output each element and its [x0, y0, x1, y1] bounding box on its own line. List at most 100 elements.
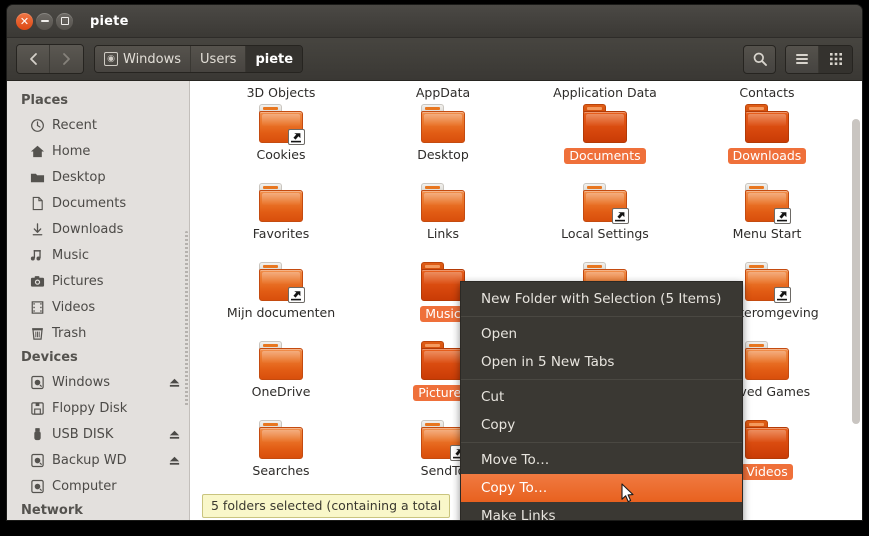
window-title: piete	[90, 13, 129, 29]
breadcrumb-item-users[interactable]: Users	[191, 46, 247, 72]
context-menu-item[interactable]: Open	[461, 320, 742, 348]
symlink-badge-icon	[773, 287, 791, 303]
file-label: Downloads	[727, 148, 807, 164]
file-label: Videos	[741, 464, 793, 480]
download-icon	[29, 221, 45, 237]
file-area-scrollbar[interactable]	[852, 119, 860, 424]
sidebar-heading-places: Places	[21, 93, 69, 108]
sidebar-heading-devices: Devices	[21, 350, 78, 365]
drive-icon	[29, 374, 45, 390]
sidebar-item-label: USB DISK	[52, 426, 114, 442]
sidebar-scrollbar[interactable]	[185, 231, 188, 406]
file-item[interactable]: Searches	[200, 418, 362, 497]
minimize-button[interactable]	[36, 12, 53, 30]
file-item[interactable]: Favorites	[200, 181, 362, 260]
breadcrumb-item-piete[interactable]: piete	[246, 46, 303, 72]
folder-icon	[744, 183, 791, 224]
sidebar-item-label: Desktop	[52, 169, 106, 185]
folder-icon	[744, 341, 791, 381]
breadcrumb-label: piete	[255, 51, 294, 67]
sidebar-item-windows[interactable]: Windows	[7, 369, 189, 395]
hamburger-menu-icon	[796, 54, 808, 64]
file-label: Favorites	[252, 226, 310, 241]
symlink-badge-icon	[773, 208, 791, 224]
eject-icon[interactable]	[168, 428, 181, 441]
folder-icon	[420, 183, 467, 223]
sidebar-item-home[interactable]: Home	[7, 138, 189, 164]
context-menu-item[interactable]: Open in 5 New Tabs	[461, 348, 742, 376]
sidebar-item-downloads[interactable]: Downloads	[7, 216, 189, 242]
folder-icon	[744, 420, 791, 460]
sidebar-item-trash[interactable]: Trash	[7, 320, 189, 346]
sidebar-item-videos[interactable]: Videos	[7, 294, 189, 320]
breadcrumb: ◉ Windows Users piete	[94, 45, 304, 73]
forward-button[interactable]	[50, 45, 83, 73]
file-item[interactable]: Documents	[524, 102, 686, 181]
sidebar-item-computer[interactable]: Computer	[7, 473, 189, 499]
file-item[interactable]: Cookies	[200, 102, 362, 181]
folder-icon	[258, 420, 305, 460]
file-label: Cookies	[256, 147, 306, 162]
eject-icon[interactable]	[168, 376, 181, 389]
maximize-button[interactable]	[56, 12, 73, 30]
context-menu-item[interactable]: New Folder with Selection (5 Items)	[461, 285, 742, 313]
file-item[interactable]: Mijn documenten	[200, 260, 362, 339]
film-icon	[29, 299, 45, 315]
search-button[interactable]	[743, 44, 776, 74]
sidebar-item-floppy-disk[interactable]: Floppy Disk	[7, 395, 189, 421]
file-label: Application Data	[553, 85, 657, 100]
file-label: Documents	[564, 148, 646, 164]
menu-separator	[461, 316, 742, 317]
chevron-right-icon	[63, 53, 70, 65]
grid-view-button[interactable]	[819, 45, 852, 73]
file-label: Contacts	[739, 85, 795, 100]
menu-separator	[461, 442, 742, 443]
back-button[interactable]	[17, 45, 50, 73]
sidebar-item-desktop[interactable]: Desktop	[7, 164, 189, 190]
file-label: Desktop	[417, 147, 469, 162]
file-label: Links	[426, 226, 460, 241]
context-menu: New Folder with Selection (5 Items) Open O…	[460, 281, 743, 520]
sidebar-item-usb-disk[interactable]: USB DISK	[7, 421, 189, 447]
context-menu-item[interactable]: Copy	[461, 411, 742, 439]
drive-icon: ◉	[104, 52, 118, 66]
file-label: 3D Objects	[246, 85, 316, 100]
folder-icon	[258, 341, 305, 381]
title-bar: ✕ piete	[7, 5, 862, 38]
context-menu-item[interactable]: Move To…	[461, 446, 742, 474]
file-item[interactable]: Menu Start	[686, 181, 848, 260]
breadcrumb-label: Users	[200, 51, 237, 67]
mouse-cursor	[621, 483, 636, 509]
file-label: Mijn documenten	[226, 305, 336, 320]
close-button[interactable]: ✕	[16, 12, 33, 30]
sidebar-item-music[interactable]: Music	[7, 242, 189, 268]
file-item[interactable]: OneDrive	[200, 339, 362, 418]
sidebar-item-pictures[interactable]: Pictures	[7, 268, 189, 294]
sidebar-item-recent[interactable]: Recent	[7, 112, 189, 138]
sidebar-item-label: Home	[52, 143, 91, 159]
sidebar-item-label: Floppy Disk	[52, 400, 128, 416]
breadcrumb-item-windows[interactable]: ◉ Windows	[95, 46, 192, 72]
file-label: SendTo	[420, 463, 466, 478]
sidebar-item-backup-wd[interactable]: Backup WD	[7, 447, 189, 473]
clock-icon	[29, 117, 45, 133]
sidebar-item-documents[interactable]: Documents	[7, 190, 189, 216]
menu-button[interactable]	[786, 45, 819, 73]
context-menu-item[interactable]: Cut	[461, 383, 742, 411]
camera-icon	[29, 273, 45, 289]
file-item[interactable]: Downloads	[686, 102, 848, 181]
partial-top-row: 3D Objects AppData Application Data Cont…	[190, 81, 862, 100]
context-menu-item[interactable]: Make Links	[461, 502, 742, 520]
file-label: Local Settings	[561, 226, 649, 241]
sidebar-item-label: Trash	[52, 325, 87, 341]
search-icon	[753, 52, 767, 66]
folder-icon	[744, 262, 791, 303]
sidebar-heading-network: Network	[21, 503, 83, 518]
trash-icon	[29, 325, 45, 341]
file-item[interactable]: Desktop	[362, 102, 524, 181]
context-menu-item[interactable]: Copy To…	[461, 474, 742, 502]
file-item[interactable]: Local Settings	[524, 181, 686, 260]
eject-icon[interactable]	[168, 454, 181, 467]
file-item[interactable]: Links	[362, 181, 524, 260]
sidebar-item-label: Downloads	[52, 221, 124, 237]
